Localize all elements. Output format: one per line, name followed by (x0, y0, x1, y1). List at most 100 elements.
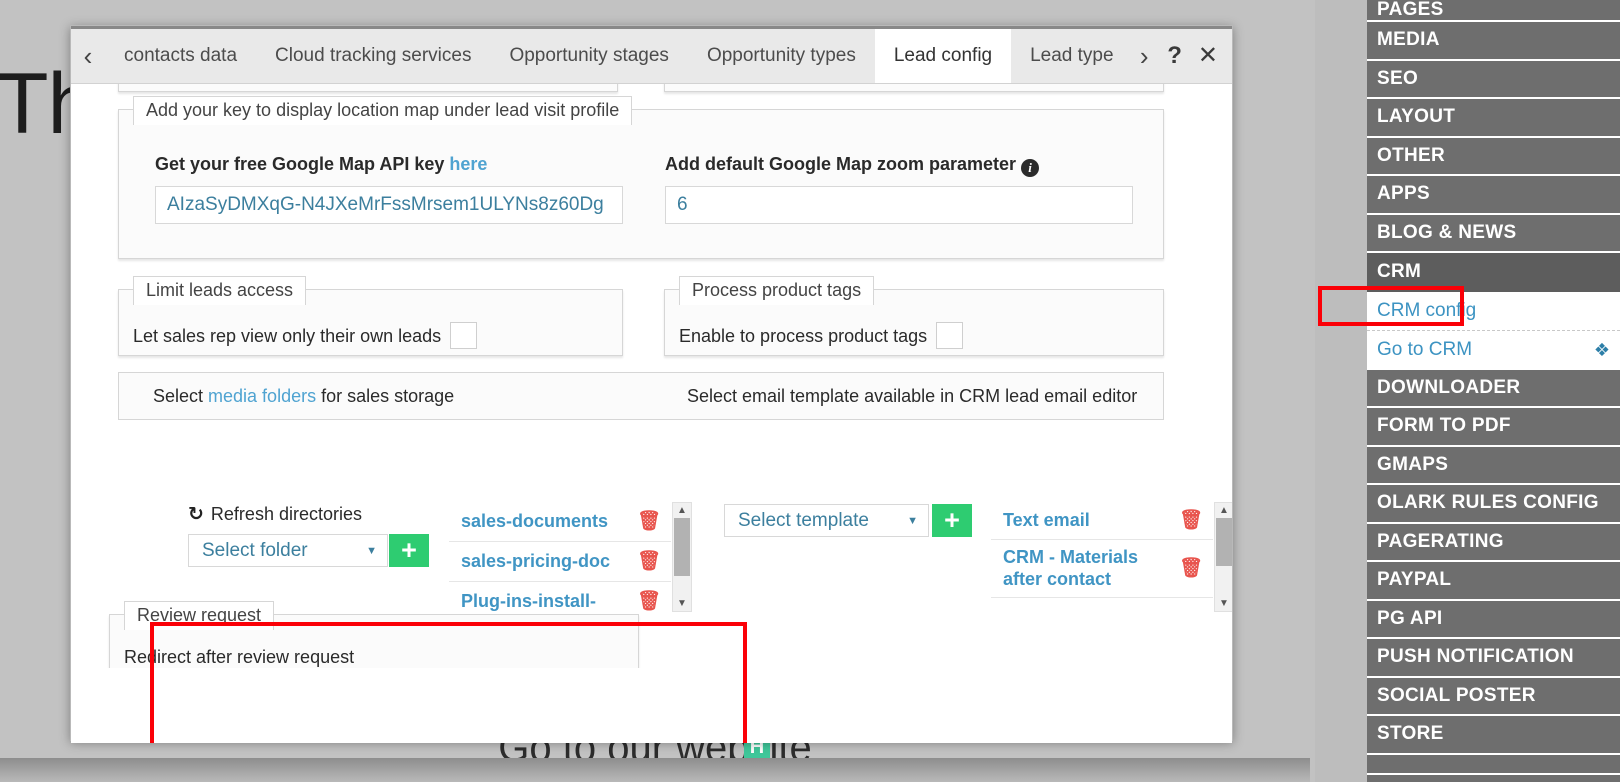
sidebar-item-label: PAYPAL (1377, 569, 1452, 591)
sidebar-item-label: CRM (1377, 261, 1422, 283)
list-item-label: Text email (1003, 509, 1090, 530)
list-item-label: Plug-ins-install- (461, 590, 596, 611)
tab-label: Lead type (1030, 45, 1114, 66)
scroll-down-arrow-icon[interactable]: ▼ (673, 596, 691, 611)
template-list: Text email 🗑 CRM - Materials after conta… (991, 502, 1213, 612)
add-folder-button[interactable]: + (389, 534, 429, 567)
scroll-up-arrow-icon[interactable]: ▲ (673, 503, 691, 518)
sidebar-item-blog-news[interactable]: BLOG & NEWS (1367, 214, 1620, 253)
sidebar-item-paypal[interactable]: PAYPAL (1367, 562, 1620, 601)
media-folders-link[interactable]: media folders (208, 386, 316, 406)
google-map-api-key-input[interactable]: AIzaSyDMXqG-N4JXeMrFssMrsem1ULYNs8z60Dg (155, 186, 623, 224)
select-template-dropdown[interactable]: Select template ▼ (724, 504, 929, 537)
sidebar-item-gmaps[interactable]: GMAPS (1367, 446, 1620, 485)
info-icon[interactable]: i (1021, 159, 1040, 177)
sidebar-item-layout[interactable]: LAYOUT (1367, 99, 1620, 138)
process-product-tags-fieldset: Process product tags Enable to process p… (664, 276, 1164, 356)
tabs-next-arrow-icon[interactable]: › (1127, 29, 1161, 83)
tab-label: Opportunity types (706, 45, 856, 66)
list-item[interactable]: Plug-ins-install- 🗑 (449, 582, 671, 612)
trash-icon[interactable]: 🗑 (637, 552, 661, 571)
sidebar-item-pagerating[interactable]: PAGERATING (1367, 523, 1620, 562)
refresh-directories-button[interactable]: ↻ Refresh directories (188, 503, 362, 526)
trash-icon[interactable]: 🗑 (637, 592, 661, 611)
tab-cloud-tracking-services[interactable]: Cloud tracking services (256, 29, 491, 83)
sidebar-item-label: PAGES (1377, 0, 1444, 20)
sidebar-item-go-to-crm[interactable]: Go to CRM ❖ (1367, 330, 1620, 370)
refresh-directories-label: Refresh directories (210, 504, 362, 524)
template-scroll-thumb[interactable] (1216, 518, 1232, 566)
sidebar-item-apps[interactable]: APPS (1367, 176, 1620, 215)
sidebar-item-label: SEO (1377, 67, 1419, 89)
list-item-label: CRM - Materials after contact (1003, 546, 1139, 589)
sidebar-item-olark-rules-config[interactable]: OLARK RULES CONFIG (1367, 485, 1620, 524)
sidebar-item-other[interactable]: OTHER (1367, 137, 1620, 176)
tab-lead-type[interactable]: Lead type (1011, 29, 1128, 83)
admin-sidebar: PAGES MEDIA SEO LAYOUT OTHER APPS BLOG &… (1315, 0, 1620, 782)
scroll-up-arrow-icon[interactable]: ▲ (1215, 503, 1232, 518)
tab-opportunity-types[interactable]: Opportunity types (687, 29, 875, 83)
sidebar-item-store[interactable]: STORE (1367, 716, 1620, 755)
sidebar-item-crm-config[interactable]: CRM config (1367, 291, 1620, 331)
sidebar-item-label: GMAPS (1377, 453, 1449, 475)
product-tags-checkbox[interactable] (936, 322, 964, 349)
sidebar-item-label: CRM config (1377, 299, 1477, 321)
folder-list-scrollbar[interactable]: ▲ ▼ (672, 502, 692, 612)
add-template-button[interactable]: + (932, 504, 972, 537)
list-item[interactable]: CRM - Materials after contact 🗑 (991, 540, 1213, 598)
clipped-fieldset-left (118, 84, 618, 92)
sidebar-item-social-poster[interactable]: SOCIAL POSTER (1367, 677, 1620, 716)
crm-config-dialog: ‹ contacts data Cloud tracking services … (70, 25, 1233, 743)
sidebar-item-label: SOCIAL POSTER (1377, 684, 1536, 706)
close-icon[interactable]: ✕ (1198, 44, 1218, 68)
scroll-down-arrow-icon[interactable]: ▼ (1215, 596, 1232, 611)
sidebar-item-pg-api[interactable]: PG API (1367, 600, 1620, 639)
sidebar-item-form-to-pdf[interactable]: FORM TO PDF (1367, 408, 1620, 447)
tab-contacts-data[interactable]: contacts data (105, 29, 257, 83)
api-key-here-link[interactable]: here (449, 154, 487, 174)
template-list-scrollbar[interactable]: ▲ ▼ (1214, 502, 1232, 612)
tab-lead-config[interactable]: Lead config (874, 29, 1012, 83)
sidebar-item-partial[interactable] (1367, 754, 1620, 775)
tabs-prev-arrow-icon[interactable]: ‹ (71, 29, 105, 83)
sidebar-item-label: Go to CRM (1377, 339, 1473, 360)
sidebar-item-pages[interactable]: PAGES (1367, 0, 1620, 22)
select-template-value: Select template (738, 509, 869, 531)
media-folders-text: Select media folders for sales storage (153, 386, 454, 407)
sidebar-item-label: PG API (1377, 607, 1443, 629)
help-icon[interactable]: ? (1167, 44, 1182, 68)
chevron-down-icon: ▼ (907, 514, 918, 527)
sidebar-item-seo[interactable]: SEO (1367, 60, 1620, 99)
refresh-icon: ↻ (188, 504, 204, 525)
trash-icon[interactable]: 🗑 (1179, 511, 1203, 530)
sidebar-item-label: OLARK RULES CONFIG (1377, 492, 1599, 514)
trash-icon[interactable]: 🗑 (1179, 559, 1203, 578)
google-map-fieldset: Add your key to display location map und… (118, 96, 1164, 259)
limit-leads-access-fieldset: Limit leads access Let sales rep view on… (118, 276, 623, 356)
select-folder-value: Select folder (202, 539, 308, 561)
puzzle-icon: ❖ (1593, 340, 1610, 360)
sidebar-item-label: MEDIA (1377, 29, 1440, 51)
sidebar-item-downloader[interactable]: DOWNLOADER (1367, 369, 1620, 408)
list-item[interactable]: sales-pricing-doc 🗑 (449, 542, 671, 582)
sidebar-item-label: BLOG & NEWS (1377, 221, 1517, 243)
tab-label: contacts data (124, 45, 238, 66)
sidebar-item-crm[interactable]: CRM (1367, 253, 1620, 292)
select-folder-dropdown[interactable]: Select folder ▼ (188, 534, 388, 567)
limit-leads-row: Let sales rep view only their own leads (133, 322, 478, 349)
list-item[interactable]: Text email 🗑 (991, 502, 1213, 540)
sidebar-item-media[interactable]: MEDIA (1367, 22, 1620, 61)
tab-opportunity-stages[interactable]: Opportunity stages (490, 29, 688, 83)
google-map-zoom-input[interactable]: 6 (665, 186, 1133, 224)
dialog-scroll-content: Add your key to display location map und… (71, 84, 1232, 668)
review-request-fieldset: Review request Redirect after review req… (109, 601, 639, 668)
sidebar-item-push-notification[interactable]: PUSH NOTIFICATION (1367, 639, 1620, 678)
limit-leads-checkbox[interactable] (450, 322, 478, 349)
dialog-tabstrip: ‹ contacts data Cloud tracking services … (71, 29, 1232, 84)
product-tags-row: Enable to process product tags (679, 322, 964, 349)
review-request-legend: Review request (124, 601, 275, 630)
storage-strip: Select media folders for sales storage S… (118, 372, 1164, 420)
folder-scroll-thumb[interactable] (674, 518, 690, 576)
trash-icon[interactable]: 🗑 (637, 512, 661, 531)
list-item[interactable]: sales-documents 🗑 (449, 502, 671, 542)
